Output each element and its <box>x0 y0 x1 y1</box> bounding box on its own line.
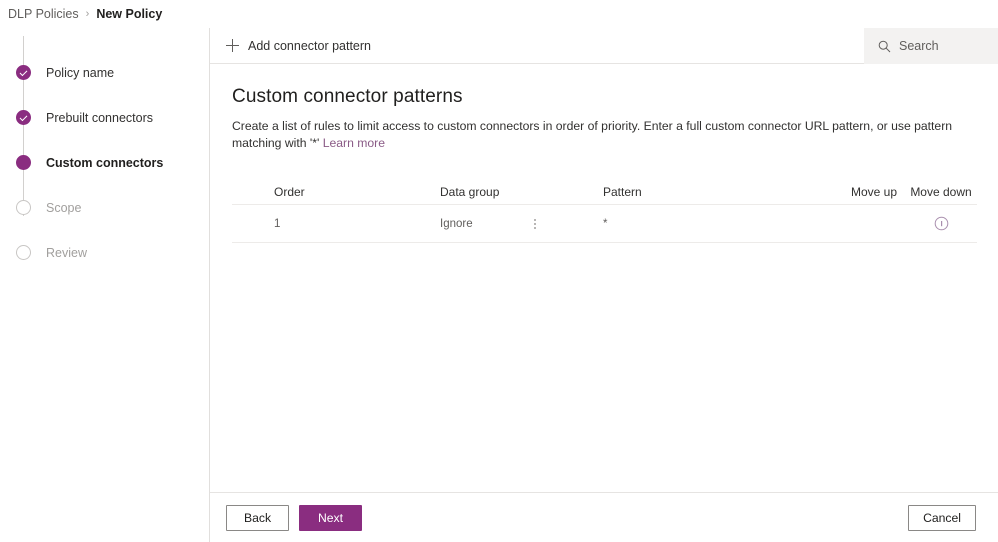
cell-move-down[interactable] <box>905 216 977 231</box>
step-status-pending-icon <box>16 245 31 260</box>
info-icon[interactable] <box>934 216 949 231</box>
wizard-step-label: Prebuilt connectors <box>46 110 154 125</box>
add-connector-pattern-label: Add connector pattern <box>248 38 371 53</box>
wizard-step-policy-name[interactable]: Policy name <box>0 50 209 95</box>
wizard-step-label: Policy name <box>46 65 115 80</box>
step-status-complete-icon <box>16 65 31 80</box>
column-header-order[interactable]: Order <box>232 185 312 199</box>
command-bar: Add connector pattern <box>210 28 998 64</box>
search-input[interactable] <box>899 39 994 53</box>
column-header-move-up[interactable]: Move up <box>843 185 905 199</box>
learn-more-link[interactable]: Learn more <box>323 136 385 150</box>
wizard-step-scope[interactable]: Scope <box>0 185 209 230</box>
cell-pattern: * <box>603 217 608 230</box>
column-header-data-group[interactable]: Data group <box>312 185 512 199</box>
connector-patterns-table: Order Data group Pattern Move up Move do… <box>232 179 977 243</box>
table-header-row: Order Data group Pattern Move up Move do… <box>232 179 977 205</box>
breadcrumb-item-dlp-policies[interactable]: DLP Policies <box>8 7 79 21</box>
add-connector-pattern-button[interactable]: Add connector pattern <box>210 28 383 64</box>
wizard-step-label: Scope <box>46 200 82 215</box>
back-button[interactable]: Back <box>226 504 289 531</box>
wizard-step-label: Review <box>46 245 87 260</box>
wizard-connector-line <box>23 36 24 216</box>
wizard-step-review[interactable]: Review <box>0 230 209 275</box>
table-row[interactable]: 1 Ignore * <box>232 205 977 243</box>
column-header-move-down[interactable]: Move down <box>905 185 977 199</box>
page-title: Custom connector patterns <box>232 86 463 107</box>
step-status-complete-icon <box>16 110 31 125</box>
wizard-step-prebuilt-connectors[interactable]: Prebuilt connectors <box>0 95 209 140</box>
step-status-pending-icon <box>16 200 31 215</box>
cancel-button[interactable]: Cancel <box>908 504 976 531</box>
breadcrumb-separator-icon: › <box>85 8 90 20</box>
step-status-current-icon <box>16 155 31 170</box>
dlp-new-policy-page: DLP Policies › New Policy Policy name Pr… <box>0 0 998 542</box>
breadcrumb-item-new-policy: New Policy <box>96 7 163 21</box>
column-header-pattern[interactable]: Pattern <box>558 185 843 199</box>
wizard-step-custom-connectors[interactable]: Custom connectors <box>0 140 209 185</box>
kebab-menu-icon[interactable] <box>527 214 543 234</box>
breadcrumb: DLP Policies › New Policy <box>0 0 998 28</box>
cell-data-group: Ignore <box>440 217 473 230</box>
cell-data-group-menu[interactable] <box>512 214 558 234</box>
search-icon <box>878 40 891 53</box>
search-box[interactable] <box>864 28 998 64</box>
wizard-footer: Back Next Cancel <box>210 492 998 542</box>
page-description: Create a list of rules to limit access t… <box>232 118 976 152</box>
main-content: Custom connector patterns Create a list … <box>210 64 998 492</box>
next-button[interactable]: Next <box>299 504 362 531</box>
wizard-steps-rail: Policy name Prebuilt connectors Custom c… <box>0 28 209 542</box>
plus-icon <box>226 39 239 52</box>
cell-order: 1 <box>274 217 281 230</box>
wizard-step-label: Custom connectors <box>46 155 164 170</box>
